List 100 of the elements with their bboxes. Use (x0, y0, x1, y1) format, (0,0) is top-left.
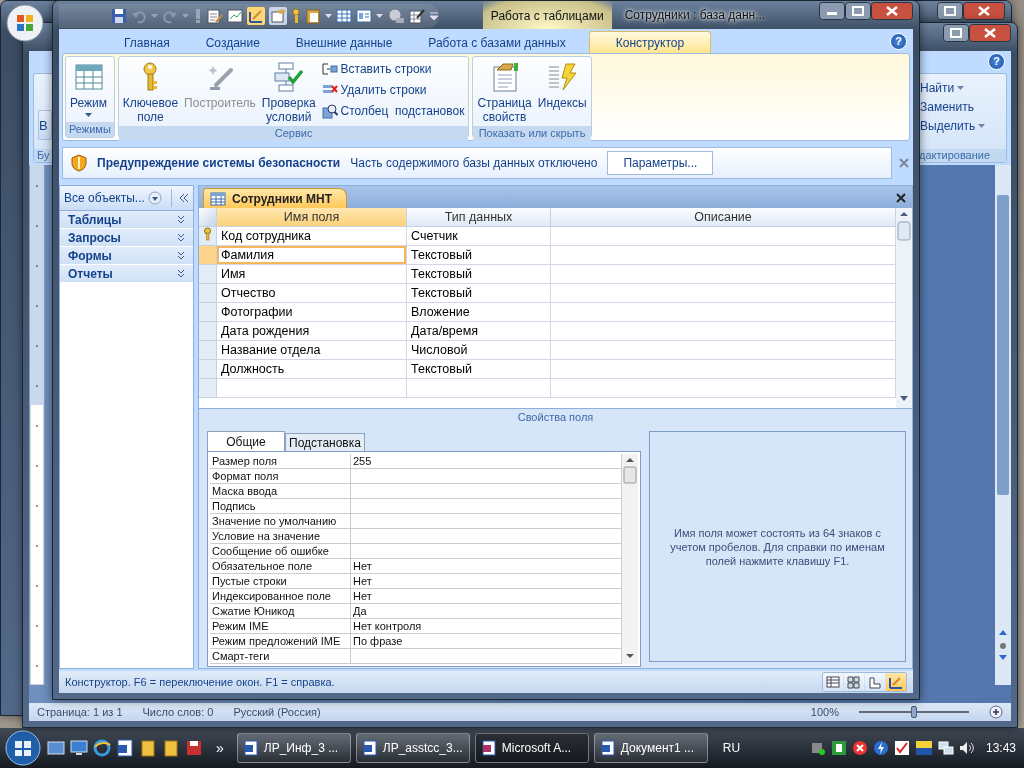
tray-icon[interactable] (893, 740, 910, 756)
table-cell[interactable]: Дата/время (407, 322, 551, 341)
table-cell[interactable]: Текстовый (407, 265, 551, 284)
close-icon[interactable] (896, 193, 906, 203)
ribbon-command[interactable]: Вставить строки (319, 60, 467, 78)
row-selector[interactable] (199, 227, 217, 246)
table-cell[interactable]: Текстовый (407, 360, 551, 379)
maximize-button[interactable] (937, 2, 963, 20)
ribbon-command[interactable]: Проверка условий (259, 59, 318, 126)
ribbon-command[interactable]: Найти (920, 80, 1002, 96)
table-cell[interactable]: Вложение (407, 303, 551, 322)
tray-icon[interactable] (914, 740, 933, 756)
overflow-button[interactable]: » (208, 740, 232, 756)
vertical-scrollbar[interactable] (995, 165, 1011, 685)
ribbon-tab[interactable]: Внешние данные (282, 31, 406, 53)
maximize-button[interactable] (943, 24, 969, 42)
tray-icon[interactable] (872, 740, 889, 756)
ribbon-tab[interactable]: Главная (111, 31, 183, 53)
nav-group[interactable]: Формы (60, 247, 193, 265)
column-header[interactable]: Описание (551, 208, 896, 227)
taskbar-button[interactable]: ЛР_asstcc_3... (355, 733, 470, 763)
form-hand-icon[interactable] (269, 7, 287, 25)
ribbon-command[interactable]: Ключевое поле (120, 59, 181, 126)
table-cell[interactable] (551, 246, 896, 265)
vertical-scrollbar[interactable] (896, 208, 912, 408)
ribbon-tab[interactable]: Создание (192, 31, 273, 53)
language-indicator[interactable]: RU (722, 741, 741, 755)
property-value[interactable]: По фразе (351, 634, 622, 649)
start-button[interactable] (4, 729, 42, 767)
ribbon-command[interactable]: Индексы (535, 59, 589, 112)
table-cell[interactable] (407, 379, 551, 398)
table-wand-icon[interactable] (409, 8, 425, 24)
ribbon-command[interactable]: Режим (68, 59, 109, 120)
clock[interactable]: 13:43 (985, 741, 1016, 755)
table-cell[interactable]: Отчество (217, 284, 407, 303)
chart-icon[interactable] (227, 8, 243, 24)
document-pencil-icon[interactable] (207, 8, 223, 24)
maximize-button[interactable] (845, 2, 871, 20)
minimize-button[interactable] (819, 2, 845, 20)
property-value[interactable]: Нет (351, 574, 622, 589)
taskbar-button[interactable]: Документ1 ... (593, 733, 708, 763)
save-icon[interactable] (111, 8, 127, 24)
browser-icon[interactable] (93, 739, 111, 757)
show-desktop-icon[interactable] (47, 739, 65, 757)
property-value[interactable]: Да (351, 604, 622, 619)
collapse-icon[interactable] (179, 193, 189, 203)
ruler-pencil-icon[interactable] (247, 7, 265, 25)
property-value[interactable]: Нет (351, 589, 622, 604)
grid-icon[interactable] (336, 8, 352, 24)
column-header[interactable]: Тип данных (407, 208, 551, 227)
table-cell[interactable]: Дата рождения (217, 322, 407, 341)
view-button[interactable] (844, 673, 864, 691)
options-button[interactable]: Параметры... (607, 151, 714, 175)
table-cell[interactable]: Текстовый (407, 246, 551, 265)
ribbon-command[interactable]: Заменить (920, 99, 1002, 115)
table-cell[interactable] (551, 227, 896, 246)
monitor-icon[interactable] (70, 739, 88, 757)
table-cell[interactable]: Код сотрудника (217, 227, 407, 246)
folder-icon[interactable] (139, 739, 157, 757)
ribbon-tab[interactable]: Конструктор (588, 31, 712, 53)
view-button[interactable] (886, 673, 906, 691)
table-cell[interactable]: Фотографии (217, 303, 407, 322)
taskbar-button[interactable]: ЛР_Инф_3 ... (236, 733, 351, 763)
folder-icon[interactable] (162, 739, 180, 757)
key-icon[interactable] (291, 8, 301, 24)
form-icon[interactable] (356, 8, 372, 24)
table-cell[interactable]: Числовой (407, 341, 551, 360)
property-value[interactable]: Нет контроля (351, 619, 622, 634)
document-tab[interactable]: Сотрудники МНТ (203, 188, 348, 208)
table-cell[interactable] (551, 360, 896, 379)
table-cell[interactable]: Текстовый (407, 284, 551, 303)
slider-thumb[interactable] (911, 706, 917, 718)
tray-icon[interactable] (830, 740, 847, 756)
table-cell[interactable] (551, 303, 896, 322)
nav-group[interactable]: Таблицы (60, 211, 193, 229)
tray-icon[interactable] (809, 740, 826, 756)
vertical-scrollbar[interactable] (622, 454, 638, 664)
ribbon-tab[interactable]: Работа с базами данных (415, 31, 579, 53)
column-header[interactable]: Имя поля (217, 208, 407, 227)
view-button[interactable] (823, 673, 843, 691)
speaker-icon[interactable] (958, 740, 975, 756)
property-tab[interactable]: Подстановка (285, 433, 365, 451)
nav-group[interactable]: Запросы (60, 229, 193, 247)
paste-button[interactable]: В (38, 110, 52, 140)
table-cell[interactable] (551, 265, 896, 284)
clipboard-icon[interactable] (305, 8, 321, 24)
ribbon-command[interactable]: Столбец подстановок (319, 102, 467, 120)
zoom-in-icon[interactable] (989, 705, 1003, 719)
property-value[interactable]: Нет (351, 559, 622, 574)
help-button[interactable]: ? (890, 33, 907, 50)
office-logo-icon[interactable] (6, 4, 44, 42)
table-cell[interactable]: Должность (217, 360, 407, 379)
close-button[interactable] (963, 2, 1005, 20)
table-cell[interactable]: Название отдела (217, 341, 407, 360)
table-cell[interactable] (217, 379, 407, 398)
ribbon-command[interactable]: Выделить (920, 118, 1002, 134)
table-cell[interactable] (551, 284, 896, 303)
table-cell[interactable]: Счетчик (407, 227, 551, 246)
table-cell[interactable]: Фамилия (217, 246, 407, 265)
ribbon-command[interactable]: Удалить строки (319, 81, 467, 99)
